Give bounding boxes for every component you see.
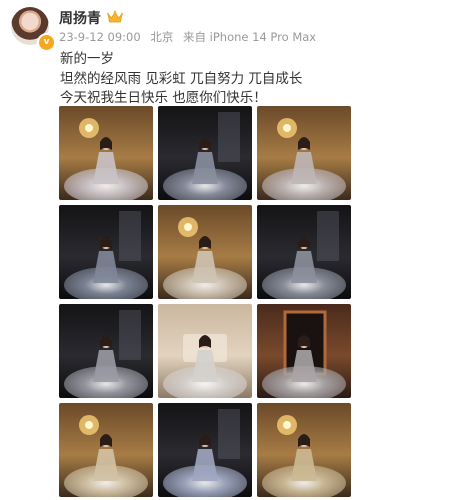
post-photo[interactable] [59,403,153,497]
post-photo[interactable] [257,304,351,398]
post-photo[interactable] [257,403,351,497]
post-date[interactable]: 23-9-12 09:00 [59,30,141,44]
post-text-line: 新的一岁 [60,51,114,67]
post-photo[interactable] [158,205,252,299]
post-photo[interactable] [158,304,252,398]
post-photo[interactable] [59,304,153,398]
post-text-line: 坦然的经风雨 见彩虹 兀自努力 兀自成长 [60,70,303,87]
post-photo[interactable] [257,106,351,200]
post-photo[interactable] [59,205,153,299]
post-text: 新的一岁 坦然的经风雨 见彩虹 兀自努力 兀自成长 今天祝我生日快乐 也愿你们快… [60,50,302,109]
post-photo[interactable] [158,403,252,497]
post-photo[interactable] [257,205,351,299]
post-source: 来自 iPhone 14 Pro Max [183,30,317,44]
post-meta: 23-9-12 09:00 北京 来自 iPhone 14 Pro Max [59,29,322,45]
post-photo[interactable] [158,106,252,200]
username-link[interactable]: 周扬青 [59,8,101,28]
post-photo[interactable] [59,106,153,200]
crown-icon [107,10,123,23]
verified-v-icon: v [37,33,56,52]
post-location: 北京 [150,30,174,44]
photo-grid [59,106,351,497]
weibo-post: v 周扬青 23-9-12 09:00 北京 来自 iPhone 14 Pro … [0,0,464,500]
